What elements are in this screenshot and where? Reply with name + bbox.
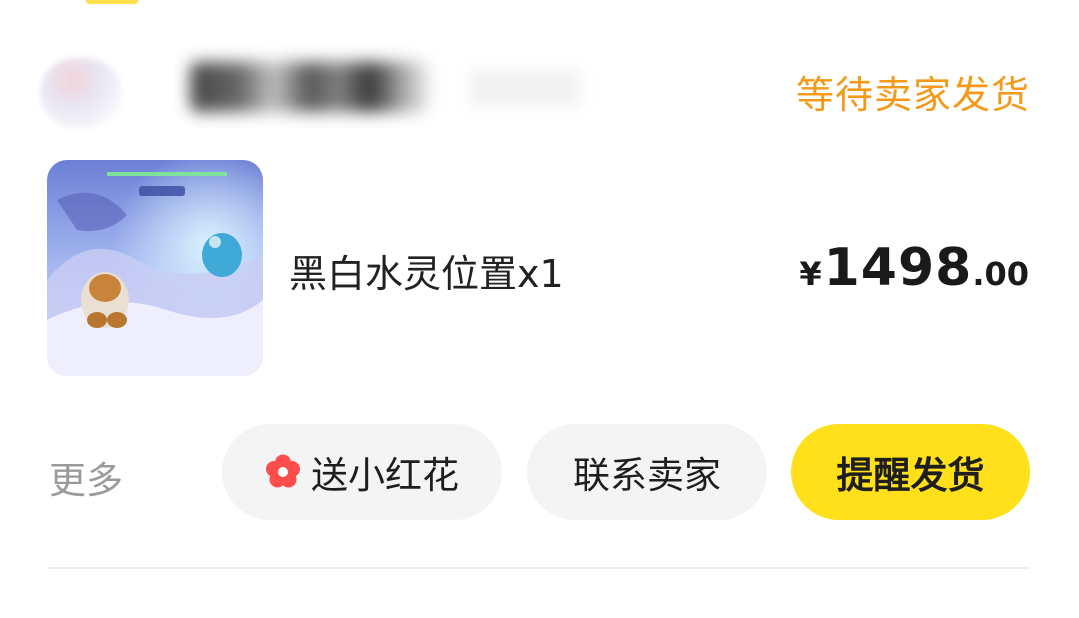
remind-ship-button[interactable]: 提醒发货	[791, 424, 1030, 520]
order-card: 等待卖家发货 黑白水灵位置x1 ¥1498.00 更多 送小红花 联系卖家 提醒…	[0, 0, 1079, 618]
remind-ship-label: 提醒发货	[836, 454, 985, 497]
seller-extra-redacted	[470, 70, 580, 106]
product-price: ¥1498.00	[799, 238, 1029, 298]
flower-icon	[266, 454, 300, 488]
price-decimal: .00	[972, 255, 1029, 293]
send-flower-button[interactable]: 送小红花	[222, 424, 502, 520]
price-currency: ¥	[799, 255, 822, 293]
price-integer: 1498	[823, 238, 973, 298]
seller-row[interactable]: 等待卖家发货	[40, 50, 1030, 130]
order-status: 等待卖家发货	[795, 73, 1030, 117]
top-accent-bar	[86, 0, 138, 4]
contact-seller-label: 联系卖家	[573, 454, 721, 497]
product-thumbnail[interactable]	[47, 160, 263, 376]
product-title[interactable]: 黑白水灵位置x1	[289, 243, 564, 298]
divider	[47, 567, 1030, 569]
product-image	[47, 160, 263, 376]
seller-name-redacted[interactable]	[190, 62, 430, 112]
more-link[interactable]: 更多	[49, 450, 123, 504]
send-flower-label: 送小红花	[311, 454, 459, 497]
seller-avatar[interactable]	[40, 58, 122, 128]
contact-seller-button[interactable]: 联系卖家	[527, 424, 767, 520]
